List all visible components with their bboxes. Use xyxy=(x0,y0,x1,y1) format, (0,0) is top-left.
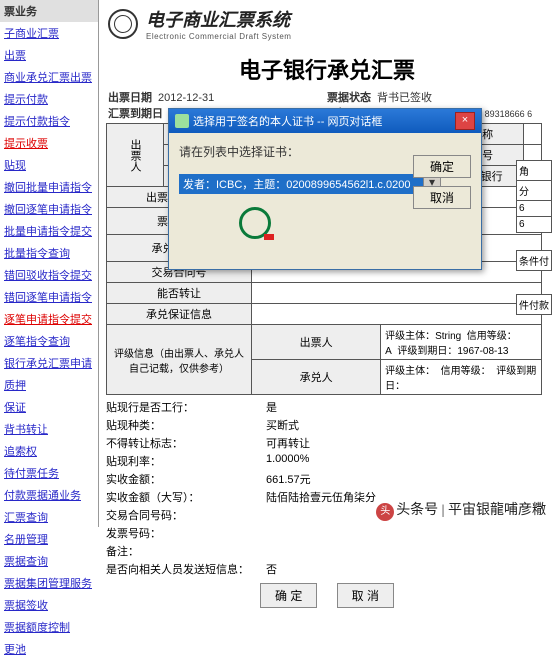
kv-value: 可再转让 xyxy=(266,435,554,451)
sidebar-item[interactable]: 汇票查询 xyxy=(0,506,98,528)
sidebar-header: 票业务 xyxy=(0,0,98,22)
kv-value: 买断式 xyxy=(266,417,554,433)
dialog-title-text: 选择用于签名的本人证书 -- 网页对话框 xyxy=(193,113,455,129)
transfer-label: 能否转让 xyxy=(107,283,252,304)
kv-row: 是否向相关人员发送短信息：否 xyxy=(106,561,554,577)
sidebar-item[interactable]: 票据额度控制 xyxy=(0,616,98,638)
logo-icon xyxy=(108,9,138,39)
side-digit-cells: 角 分 6 6 条件付 件付款 xyxy=(516,160,552,314)
kv-row: 发票号码： xyxy=(106,525,554,541)
sidebar-item[interactable]: 逐笔指令查询 xyxy=(0,330,98,352)
sidebar: 票业务 子商业汇票出票商业承兑汇票出票提示付款提示付款指令提示收票贴现撤回批量申… xyxy=(0,0,99,527)
kv-key: 实收金额： xyxy=(106,471,266,487)
sidebar-item[interactable]: 票据查询 xyxy=(0,550,98,572)
cancel-button[interactable]: 取 消 xyxy=(337,583,394,608)
sidebar-item[interactable]: 追索权 xyxy=(0,440,98,462)
kv-value: 661.57元 xyxy=(266,471,554,487)
sidebar-item[interactable]: 提示付款指令 xyxy=(0,110,98,132)
sidebar-item[interactable]: 名册管理 xyxy=(0,528,98,550)
sidebar-item[interactable]: 质押 xyxy=(0,374,98,396)
due-date-label: 汇票到期日 xyxy=(108,108,163,120)
kv-row: 贴现行是否工行：是 xyxy=(106,399,554,415)
kv-value: 是 xyxy=(266,399,554,415)
kv-key: 贴现行是否工行： xyxy=(106,399,266,415)
kv-key: 是否向相关人员发送短信息： xyxy=(106,561,266,577)
sidebar-item[interactable]: 保证 xyxy=(0,396,98,418)
sidebar-item[interactable]: 待付票任务 xyxy=(0,462,98,484)
sidebar-item[interactable]: 提示收票 xyxy=(0,132,98,154)
sidebar-item[interactable]: 错回逐笔申请指令 xyxy=(0,286,98,308)
kv-row: 贴现利率：1.0000% xyxy=(106,453,554,469)
dialog-titlebar: 选择用于签名的本人证书 -- 网页对话框 × xyxy=(169,109,481,133)
sidebar-item[interactable]: 逐笔申请指令提交 xyxy=(0,308,98,330)
sidebar-item[interactable]: 贴现 xyxy=(0,154,98,176)
sidebar-item[interactable]: 付款票据通业务 xyxy=(0,484,98,506)
kv-row: 备注： xyxy=(106,543,554,559)
drawer-p: 出票人 xyxy=(252,325,381,360)
sidebar-item[interactable]: 错回驳收指令提交 xyxy=(0,264,98,286)
submit-button[interactable]: 确 定 xyxy=(260,583,317,608)
detail-kv-list: 贴现行是否工行：是贴现种类：买断式不得转让标志：可再转让贴现利率：1.0000%… xyxy=(106,399,554,577)
issue-date-label: 出票日期 xyxy=(108,92,152,104)
sidebar-item[interactable]: 撤回逐笔申请指令 xyxy=(0,198,98,220)
kv-value xyxy=(266,525,554,541)
cert-select[interactable]: 发者：ICBC，主题：0200899654562l1.c.0200 xyxy=(179,174,423,194)
status-value: 背书已签收 xyxy=(377,92,432,104)
page-title: 电子银行承兑汇票 xyxy=(100,53,554,85)
sidebar-item[interactable]: 批量申请指令提交 xyxy=(0,220,98,242)
sidebar-item[interactable]: 撤回批量申请指令 xyxy=(0,176,98,198)
sidebar-item[interactable]: 商业承兑汇票出票 xyxy=(0,66,98,88)
rating-block-label: 评级信息（由出票人、承兑人自己记载，仅供参考） xyxy=(107,325,252,395)
kv-key: 不得转让标志： xyxy=(106,435,266,451)
drawer-section: 出票人 xyxy=(107,124,164,187)
cert-select-dialog: 选择用于签名的本人证书 -- 网页对话框 × 请在列表中选择证书： 发者：ICB… xyxy=(168,108,482,270)
kv-key: 贴现种类： xyxy=(106,417,266,433)
sidebar-item[interactable]: 提示付款 xyxy=(0,88,98,110)
kv-key: 贴现利率： xyxy=(106,453,266,469)
sidebar-item[interactable]: 出票 xyxy=(0,44,98,66)
kv-value: 1.0000% xyxy=(266,453,554,469)
sidebar-item[interactable]: 票据集团管理服务 xyxy=(0,572,98,594)
stamp-icon xyxy=(239,207,271,239)
kv-row: 不得转让标志：可再转让 xyxy=(106,435,554,451)
kv-row: 贴现种类：买断式 xyxy=(106,417,554,433)
kv-key: 实收金额（大写）： xyxy=(106,489,266,505)
logo-cn: 电子商业汇票系统 xyxy=(146,6,291,32)
dialog-ok-button[interactable]: 确定 xyxy=(413,155,471,178)
sidebar-item[interactable]: 背书转让 xyxy=(0,418,98,440)
dialog-close-button[interactable]: × xyxy=(455,112,475,130)
logo-en: Electronic Commercial Draft System xyxy=(146,32,291,41)
kv-key: 备注： xyxy=(106,543,266,559)
sidebar-item[interactable]: 批量指令查询 xyxy=(0,242,98,264)
issue-date-value: 2012-12-31 xyxy=(158,92,214,104)
kv-value xyxy=(266,543,554,559)
acceptor-p: 承兑人 xyxy=(252,360,381,395)
kv-value: 否 xyxy=(266,561,554,577)
kv-key: 发票号码： xyxy=(106,525,266,541)
sidebar-item[interactable]: 子商业汇票 xyxy=(0,22,98,44)
logo-area: 电子商业汇票系统 Electronic Commercial Draft Sys… xyxy=(100,0,554,47)
accept-guar-label: 承兑保证信息 xyxy=(107,304,252,325)
sidebar-item[interactable]: 票据签收 xyxy=(0,594,98,616)
dialog-cancel-button[interactable]: 取消 xyxy=(413,186,471,209)
sidebar-item[interactable]: 更池 xyxy=(0,638,98,660)
kv-key: 交易合同号码： xyxy=(106,507,266,523)
sidebar-item[interactable]: 银行承兑汇票申请 xyxy=(0,352,98,374)
kv-row: 实收金额：661.57元 xyxy=(106,471,554,487)
dialog-icon xyxy=(175,114,189,128)
status-label: 票据状态 xyxy=(327,92,371,104)
watermark: 头头条号 | 平宙银龍哺彦糤 xyxy=(376,499,546,521)
